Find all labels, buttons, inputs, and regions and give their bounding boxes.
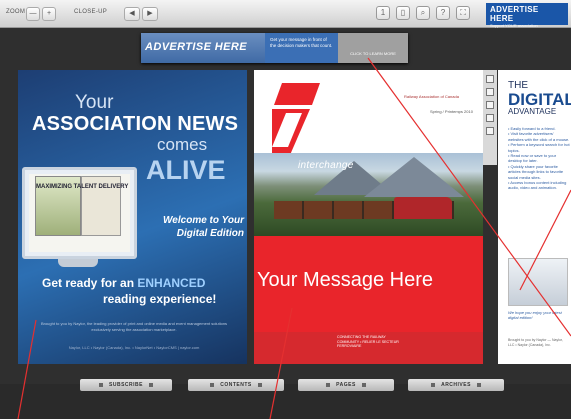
toolbar: ZOOM — + CLOSE-UP ◀ ▶ 1 ▯ ⌕ ? ⛶ ADVERTIS…	[0, 0, 571, 28]
email-icon[interactable]	[486, 127, 494, 135]
bullet-item: • Perform a keyword search for hot topic…	[508, 142, 570, 153]
right-page[interactable]: Railway Association of Canada Spring / P…	[254, 70, 483, 364]
right-page-org: Railway Association of Canada	[404, 94, 459, 99]
locomotive	[394, 197, 452, 219]
contents-label: CONTENTS	[220, 382, 252, 388]
monitor-illustration: MAXIMIZING TALENT DELIVERY	[22, 167, 137, 259]
train-photo	[254, 153, 483, 236]
bookmark-icon[interactable]	[486, 75, 494, 83]
magazine-title: interchange	[298, 160, 354, 171]
closeup-button[interactable]: CLOSE-UP	[74, 9, 107, 15]
download-icon[interactable]	[486, 101, 494, 109]
far-page-footer: Brought to you by Naylor — Naylor, LLC •…	[508, 338, 563, 347]
tab-marker-icon	[257, 382, 262, 387]
previous-page-button[interactable]: ◀	[124, 7, 140, 21]
far-page-hope: We hope you enjoy your latest digital ed…	[508, 310, 562, 320]
mountain-shape	[364, 157, 464, 197]
archives-label: ARCHIVES	[441, 382, 471, 388]
banner-headline: ADVERTISE HERE	[141, 33, 265, 63]
bullet-item: • Visit favorite advertisers' websites w…	[508, 131, 570, 142]
tab-marker-icon	[326, 382, 331, 387]
monitor-book-title: MAXIMIZING TALENT DELIVERY	[36, 184, 129, 190]
tab-marker-icon	[476, 382, 481, 387]
right-page-bottom-text: CONNECTING THE RAILWAY COMMUNITY • RELIE…	[337, 335, 399, 348]
subscribe-tab[interactable]: SUBSCRIBE	[80, 379, 172, 391]
double-page-icon[interactable]: ▯	[396, 6, 410, 20]
left-page-line-comes: comes	[157, 135, 208, 154]
advertise-top-subtitle: Support YOUR association	[490, 23, 538, 28]
far-page-advantage: ADVANTAGE	[508, 107, 557, 116]
left-page-get-ready: Get ready for an ENHANCED	[42, 276, 205, 290]
left-page-footer: Brought to you by Naylor, the leading pr…	[40, 321, 228, 332]
get-ready-text: Get ready for an	[42, 276, 138, 290]
far-page-bullets: • Easily forward to a friend. • Visit fa…	[508, 126, 570, 191]
subscribe-label: SUBSCRIBE	[109, 382, 143, 388]
tab-marker-icon	[148, 382, 153, 387]
left-page[interactable]: Your ASSOCIATION NEWS comes ALIVE MAXIMI…	[18, 70, 247, 364]
side-tool-strip	[483, 70, 497, 165]
monitor-stand	[58, 259, 98, 267]
help-icon[interactable]: ?	[436, 6, 450, 20]
far-page-illustration	[508, 258, 568, 306]
fullscreen-icon[interactable]: ⛶	[456, 6, 470, 20]
left-page-line-alive: ALIVE	[146, 155, 226, 185]
bullet-item: • Quickly share your favorite articles t…	[508, 163, 564, 180]
print-icon[interactable]	[486, 88, 494, 96]
tab-marker-icon	[431, 382, 436, 387]
left-page-line-your: Your	[75, 92, 114, 113]
interchange-logo	[272, 83, 320, 155]
right-page-season: Spring / Printemps 2010	[430, 109, 473, 114]
advertise-top-button[interactable]: ADVERTISE HERE Support YOUR association	[486, 3, 568, 28]
next-page-preview[interactable]: THE DIGITAL ADVANTAGE • Easily forward t…	[498, 70, 571, 364]
archives-tab[interactable]: ARCHIVES	[408, 379, 504, 391]
left-page-welcome: Welcome to Your Digital Edition	[163, 215, 244, 239]
your-message-here: Your Message Here	[257, 269, 434, 291]
advertise-banner[interactable]: ADVERTISE HERE Get your message in front…	[141, 33, 408, 63]
banner-body: Get your message in front of the decisio…	[265, 33, 338, 63]
tab-marker-icon	[361, 382, 366, 387]
left-page-reading: reading experience!	[103, 292, 217, 306]
tab-marker-icon	[210, 382, 215, 387]
advertise-top-title: ADVERTISE HERE	[490, 5, 539, 23]
contents-tab[interactable]: CONTENTS	[188, 379, 284, 391]
next-page-button[interactable]: ▶	[142, 7, 158, 21]
left-page-line-association: ASSOCIATION NEWS	[32, 113, 239, 135]
banner-cta[interactable]: CLICK TO LEARN MORE	[338, 33, 408, 63]
bullet-item: • Access bonus content including audio, …	[508, 180, 567, 191]
zoom-in-button[interactable]: +	[42, 7, 56, 21]
pages-label: PAGES	[336, 382, 356, 388]
left-page-footer-links: Naylor, LLC • Naylor (Canada), Inc. • Na…	[68, 345, 200, 350]
tab-marker-icon	[99, 382, 104, 387]
enhanced-text: ENHANCED	[137, 276, 206, 290]
search-icon[interactable]: ⌕	[416, 6, 430, 20]
zoom-out-button[interactable]: —	[26, 7, 40, 21]
bullet-item: • Read now or save to your desktop for l…	[508, 153, 557, 164]
pages-tab[interactable]: PAGES	[298, 379, 394, 391]
share-icon[interactable]	[486, 114, 494, 122]
zoom-label: ZOOM	[6, 9, 26, 15]
single-page-icon[interactable]: 1	[376, 6, 390, 20]
